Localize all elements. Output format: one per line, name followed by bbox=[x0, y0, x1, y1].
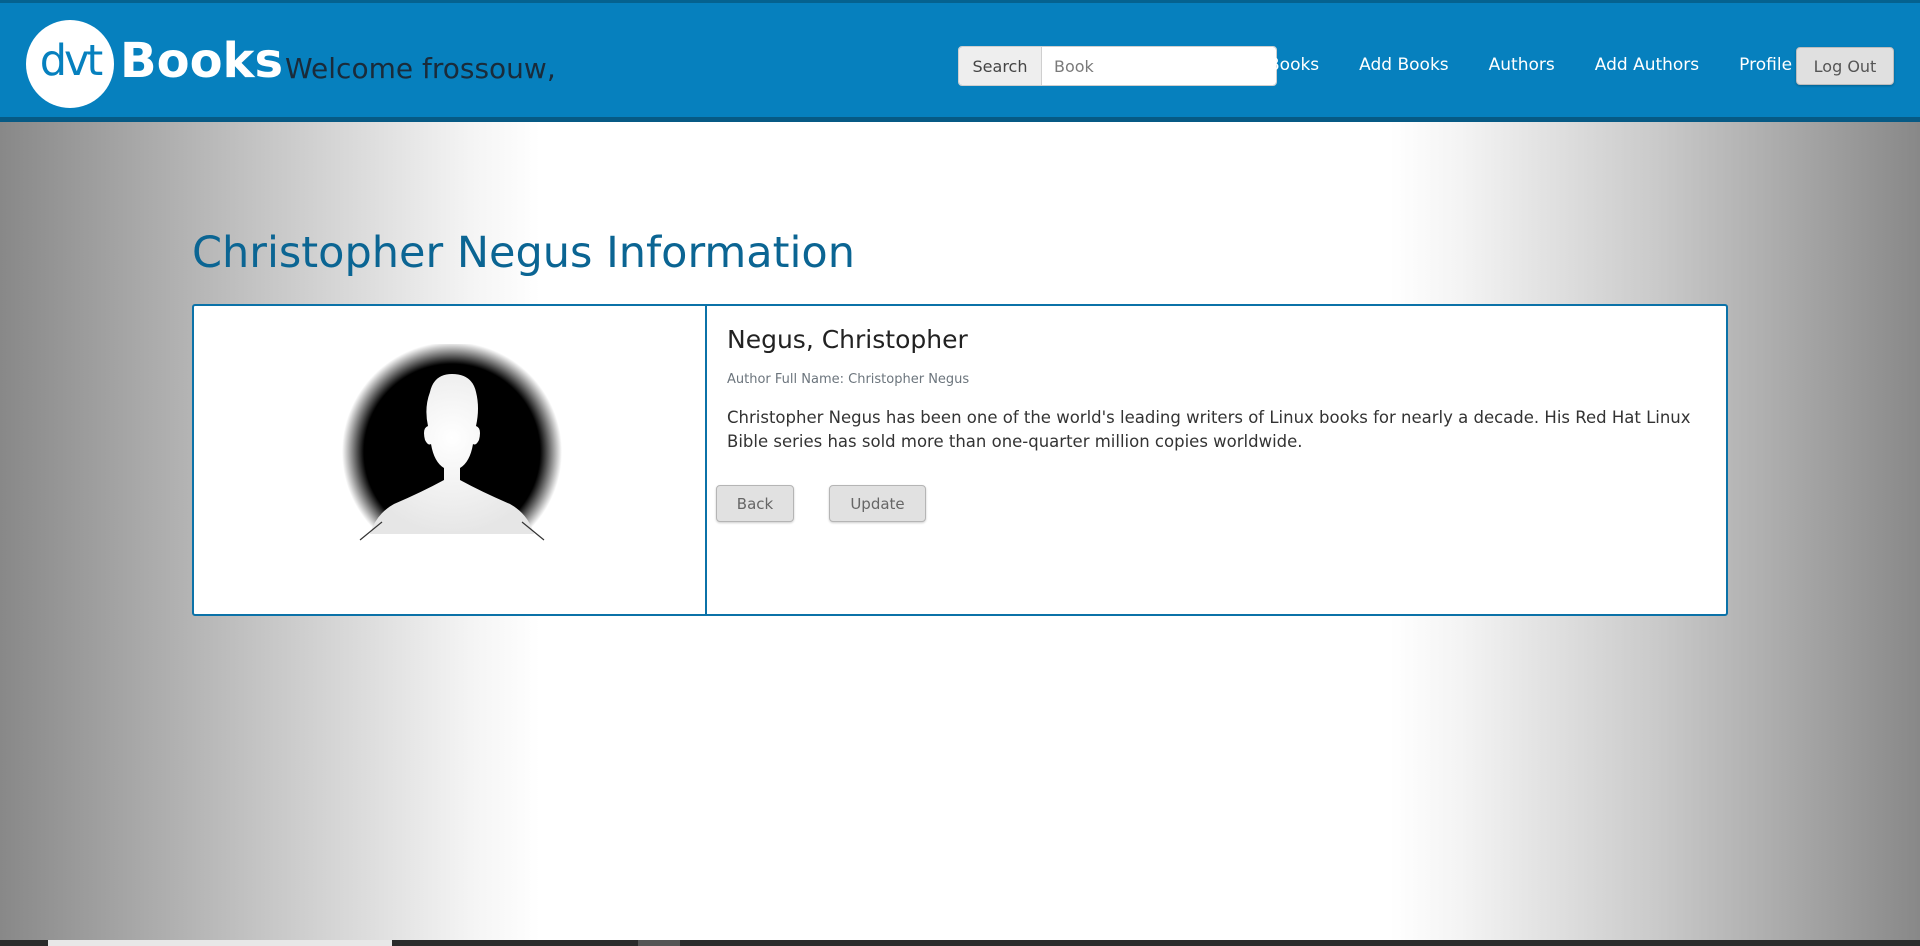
taskbar-strip bbox=[0, 940, 1920, 946]
nav-link-books[interactable]: Books bbox=[1268, 51, 1319, 79]
logout-button[interactable]: Log Out bbox=[1796, 47, 1894, 85]
logo-text: dvt bbox=[39, 36, 104, 86]
author-details: Negus, Christopher Author Full Name: Chr… bbox=[707, 306, 1726, 614]
search-label: Search bbox=[959, 47, 1042, 85]
taskbar-segment bbox=[638, 940, 680, 946]
search-input[interactable] bbox=[1042, 47, 1276, 85]
page-title: Christopher Negus Information bbox=[192, 228, 855, 278]
nav-link-profile[interactable]: Profile bbox=[1739, 51, 1792, 79]
nav-link-add-books[interactable]: Add Books bbox=[1359, 51, 1448, 79]
person-silhouette-icon bbox=[342, 344, 562, 564]
brand-name[interactable]: Books bbox=[120, 31, 283, 91]
author-image-panel bbox=[194, 306, 707, 614]
top-navbar: dvt Books Welcome frossouw, Search Books… bbox=[0, 0, 1920, 122]
author-name: Negus, Christopher bbox=[727, 325, 968, 354]
update-button[interactable]: Update bbox=[829, 485, 926, 522]
back-button[interactable]: Back bbox=[716, 485, 794, 522]
author-full-name: Author Full Name: Christopher Negus bbox=[727, 372, 970, 387]
taskbar-segment bbox=[48, 940, 392, 946]
author-bio: Christopher Negus has been one of the wo… bbox=[727, 408, 1691, 451]
search-group: Search bbox=[958, 46, 1277, 86]
nav-link-add-authors[interactable]: Add Authors bbox=[1595, 51, 1699, 79]
nav-links: Books Add Books Authors Add Authors Prof… bbox=[1268, 51, 1832, 79]
author-card: Negus, Christopher Author Full Name: Chr… bbox=[192, 304, 1728, 616]
dvt-logo[interactable]: dvt bbox=[26, 20, 114, 108]
nav-link-authors[interactable]: Authors bbox=[1489, 51, 1555, 79]
welcome-message: Welcome frossouw, bbox=[285, 52, 556, 85]
